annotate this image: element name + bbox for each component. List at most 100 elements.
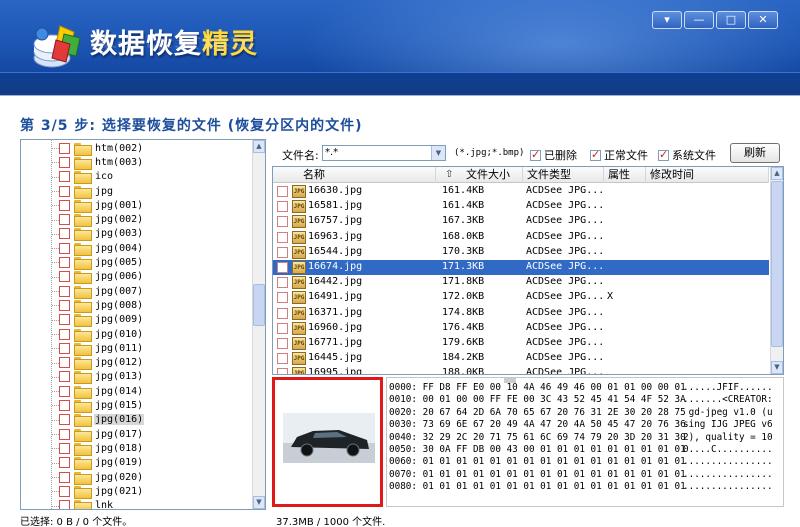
row-checkbox[interactable] [277,201,288,213]
row-checkbox[interactable] [277,186,288,197]
system-check-icon[interactable] [658,148,669,161]
row-checkbox[interactable] [277,322,288,334]
minimize-button[interactable]: — [684,11,714,29]
normal-files-checkbox[interactable]: 正常文件 [590,147,648,163]
tree-item-checkbox[interactable] [59,485,70,497]
tree-item-checkbox[interactable] [59,357,70,369]
tree-item[interactable]: jpg(008) [59,298,144,313]
table-row[interactable]: JPG 16445.jpg 184.2KB ACDSee JPG... [273,351,769,366]
file-list[interactable]: 名称 ⇧ 文件大小 文件类型 属性 修改时间 JPG 16630.jpg 161.4… [272,166,784,375]
tree-item[interactable]: lnk [59,499,114,509]
tree-item[interactable]: jpg(010) [59,327,144,342]
list-scrollbar[interactable]: ▲ ▼ [770,167,783,374]
chevron-down-icon[interactable]: ▼ [431,146,445,160]
row-checkbox[interactable] [277,338,288,349]
table-row[interactable]: JPG 16491.jpg 172.0KB ACDSee JPG... X [273,290,769,305]
tree-item-checkbox[interactable] [59,471,70,483]
tree-item-checkbox[interactable] [59,457,70,469]
table-row[interactable]: JPG 16630.jpg 161.4KB ACDSee JPG... [273,184,769,199]
tree-item[interactable]: jpg(002) [59,213,144,228]
tree-item-checkbox[interactable] [59,242,70,254]
table-row[interactable]: JPG 16674.jpg 171.3KB ACDSee JPG... [273,260,769,276]
tree-item[interactable]: jpg(018) [59,441,144,456]
tree-item[interactable]: jpg(006) [59,270,144,285]
row-checkbox[interactable] [277,353,288,365]
tree-item-checkbox[interactable] [59,199,70,211]
normal-check-icon[interactable] [590,148,601,161]
close-button[interactable]: ✕ [748,11,778,29]
tree-item-checkbox[interactable] [59,142,70,154]
tree-scroll-thumb[interactable] [253,284,265,326]
row-checkbox[interactable] [277,292,288,304]
tree-item[interactable]: jpg(013) [59,370,144,385]
tree-item[interactable]: jpg(017) [59,427,144,442]
tree-scroll-down-icon[interactable]: ▼ [253,496,265,509]
tree-item[interactable]: jpg(015) [59,398,144,414]
tree-item[interactable]: jpg(007) [59,284,144,299]
tree-item[interactable]: jpg(012) [59,356,144,371]
column-type[interactable]: 文件类型 [523,167,604,183]
tree-item-checkbox[interactable] [59,400,70,412]
maximize-button[interactable]: □ [716,11,746,29]
tree-item-checkbox[interactable] [59,385,70,397]
table-row[interactable]: JPG 16757.jpg 167.3KB ACDSee JPG... [273,214,769,229]
table-row[interactable]: JPG 16963.jpg 168.0KB ACDSee JPG... [273,230,769,245]
tree-item-checkbox[interactable] [59,156,70,168]
tree-item[interactable]: jpg(004) [59,241,144,256]
row-checkbox[interactable] [277,262,288,273]
tree-item[interactable]: jpg(014) [59,384,144,399]
list-scroll-thumb[interactable] [771,181,783,347]
tree-item[interactable]: jpg(001) [59,198,144,213]
tree-item-checkbox[interactable] [59,185,70,197]
tree-item-checkbox[interactable] [59,342,70,354]
column-attr[interactable]: 属性 [604,167,646,183]
tree-item-checkbox[interactable] [59,314,70,326]
tree-item-checkbox[interactable] [59,428,70,440]
table-row[interactable]: JPG 16995.jpg 188.0KB ACDSee JPG... [273,366,769,374]
tree-item[interactable]: jpg(003) [59,227,144,242]
deleted-checkbox[interactable]: 已删除 [530,147,577,163]
row-checkbox[interactable] [277,246,288,258]
tree-item[interactable]: jpg(019) [59,456,144,471]
tree-item[interactable]: htm(002) [59,141,144,156]
tree-item-checkbox[interactable] [59,171,70,183]
table-row[interactable]: JPG 16771.jpg 179.6KB ACDSee JPG... [273,336,769,351]
refresh-button[interactable]: 刷新 [730,143,780,163]
folder-tree[interactable]: htm(002) htm(003) ico jpg jpg(001) jpg(002) jp… [20,139,266,510]
tree-item-checkbox[interactable] [59,299,70,311]
tree-item[interactable]: jpg(005) [59,255,144,271]
tree-scrollbar[interactable]: ▲ ▼ [252,140,265,509]
tree-item-checkbox[interactable] [59,328,70,340]
system-files-checkbox[interactable]: 系统文件 [658,147,716,163]
filename-combo[interactable]: *.* ▼ [322,145,446,161]
column-modified[interactable]: 修改时间 [646,167,769,183]
window-menu-button[interactable]: ▾ [652,11,682,29]
row-checkbox[interactable] [277,277,288,289]
row-checkbox[interactable] [277,368,288,374]
table-row[interactable]: JPG 16442.jpg 171.8KB ACDSee JPG... [273,275,769,290]
tree-item[interactable]: jpg(020) [59,470,144,485]
tree-item-checkbox[interactable] [59,285,70,297]
list-scroll-up-icon[interactable]: ▲ [771,167,783,180]
hex-viewer[interactable]: 0000: FF D8 FF E0 00 10 4A 46 49 46 00 0… [386,377,784,507]
tree-item[interactable]: jpg(016) [59,413,145,428]
tree-item-checkbox[interactable] [59,228,70,240]
column-size[interactable]: 文件大小 [436,167,523,183]
tree-item[interactable]: htm(003) [59,155,144,170]
tree-item[interactable]: jpg(011) [59,341,144,356]
table-row[interactable]: JPG 16960.jpg 176.4KB ACDSee JPG... [273,321,769,336]
tree-item-checkbox[interactable] [59,442,70,454]
tree-item-checkbox[interactable] [59,257,70,269]
tree-item-checkbox[interactable] [59,500,70,509]
tree-item[interactable]: jpg [59,184,114,199]
tree-scroll-up-icon[interactable]: ▲ [253,140,265,153]
tree-item[interactable]: jpg(021) [59,484,144,499]
deleted-check-icon[interactable] [530,148,541,161]
row-checkbox[interactable] [277,216,288,228]
table-row[interactable]: JPG 16371.jpg 174.8KB ACDSee JPG... [273,306,769,321]
row-checkbox[interactable] [277,231,288,243]
table-row[interactable]: JPG 16544.jpg 170.3KB ACDSee JPG... [273,245,769,260]
row-checkbox[interactable] [277,307,288,319]
tree-item-checkbox[interactable] [59,414,70,426]
tree-item-checkbox[interactable] [59,371,70,383]
